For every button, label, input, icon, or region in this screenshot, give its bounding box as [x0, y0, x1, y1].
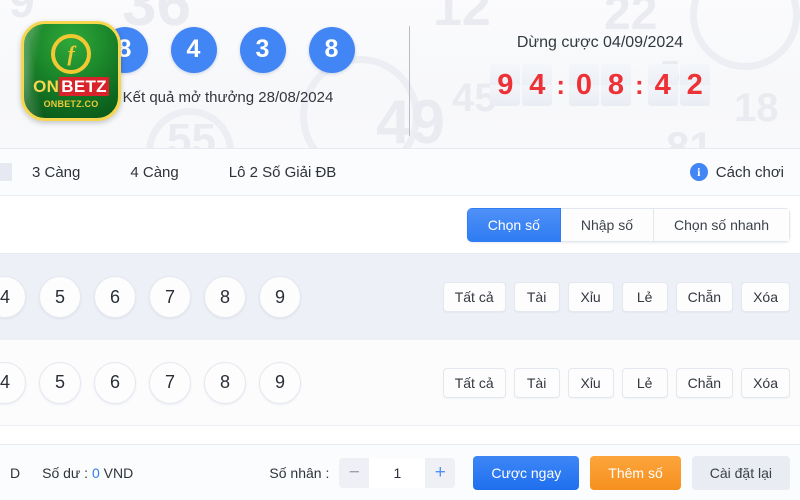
number-circle[interactable]: 8	[204, 276, 246, 318]
countdown-section: Dừng cược 04/09/2024 9 4 : 0 8 : 4 2	[410, 0, 800, 148]
countdown-digit: 8	[601, 64, 631, 106]
row-option-group: Tất cả Tài Xỉu Lẻ Chẵn Xóa	[442, 367, 790, 398]
number-circle[interactable]: 5	[39, 276, 81, 318]
option-le[interactable]: Lẻ	[621, 367, 668, 398]
logo-mark-icon: f	[51, 33, 91, 74]
countdown-timer: 9 4 : 0 8 : 4 2	[489, 64, 710, 106]
minus-icon[interactable]: −	[339, 458, 369, 488]
result-ball: 3	[239, 26, 286, 73]
number-row: 4 5 6 7 8 9 Tất cả Tài Xỉu Lẻ Chẵn Xóa	[0, 254, 800, 340]
multiplier-stepper: − +	[339, 457, 456, 488]
balance-currency: VND	[99, 464, 134, 481]
balance-label: Số dư :	[42, 464, 92, 481]
number-circle[interactable]: 9	[259, 276, 301, 318]
number-circle[interactable]: 6	[94, 361, 136, 404]
number-circle[interactable]: 4	[0, 276, 26, 318]
number-circle[interactable]: 5	[39, 361, 81, 404]
option-xoa[interactable]: Xóa	[741, 282, 790, 312]
number-circle[interactable]: 6	[94, 276, 136, 318]
number-row: 4 5 6 7 8 9 Tất cả Tài Xỉu Lẻ Chẵn Xóa	[0, 340, 800, 426]
countdown-digit: 2	[679, 64, 710, 106]
option-tat-ca[interactable]: Tất cả	[442, 282, 506, 312]
result-banner: 36 12 49 55 22 18 81 5 45 9 8 4 3 8 Kết …	[0, 0, 800, 148]
tab-truncated-left[interactable]	[0, 163, 12, 181]
mode-nhap-so[interactable]: Nhập số	[560, 207, 655, 242]
logo-brand-name: ON BETZ	[33, 76, 109, 96]
balance-display: Số dư : 0 VND	[42, 465, 133, 481]
number-circle[interactable]: 4	[0, 361, 26, 404]
lottery-betting-page: 36 12 49 55 22 18 81 5 45 9 8 4 3 8 Kết …	[0, 0, 800, 500]
option-chan[interactable]: Chẵn	[675, 367, 734, 398]
option-tai[interactable]: Tài	[513, 282, 560, 312]
stop-bet-label: Dừng cược 04/09/2024	[516, 34, 684, 51]
logo-name-part1: ON	[33, 76, 60, 96]
number-circle-group: 4 5 6 7 8 9	[0, 276, 314, 318]
multiplier-label: Số nhân :	[269, 464, 330, 481]
number-circle[interactable]: 9	[259, 361, 301, 404]
option-xoa[interactable]: Xóa	[741, 367, 790, 398]
countdown-digit: 4	[522, 64, 553, 106]
brand-logo: f ON BETZ ONBETZ.CO	[21, 21, 121, 121]
result-date-label: Kết quả mở thưởng 28/08/2024	[122, 88, 334, 106]
balance-value: 0	[91, 464, 100, 481]
bet-now-button[interactable]: Cược ngay	[473, 455, 580, 490]
tab-3-cang[interactable]: 3 Càng	[32, 164, 80, 181]
bet-footer-bar: D Số dư : 0 VND Số nhân : − + Cược ngay …	[0, 444, 800, 500]
option-le[interactable]: Lẻ	[621, 282, 668, 312]
vertical-divider	[409, 26, 410, 136]
number-circle[interactable]: 8	[204, 361, 246, 404]
countdown-separator: :	[556, 69, 565, 100]
info-icon: i	[689, 163, 708, 181]
number-circle[interactable]: 7	[149, 276, 191, 318]
plus-icon[interactable]: +	[425, 458, 455, 488]
mode-chon-so[interactable]: Chọn số	[466, 207, 561, 242]
countdown-digit: 0	[569, 64, 599, 106]
option-xiu[interactable]: Xỉu	[567, 282, 614, 312]
multiplier-input[interactable]	[369, 457, 426, 488]
option-xiu[interactable]: Xỉu	[567, 367, 614, 398]
number-circle[interactable]: 7	[149, 361, 191, 404]
mode-chon-so-nhanh[interactable]: Chọn số nhanh	[654, 207, 790, 242]
option-tai[interactable]: Tài	[513, 367, 560, 398]
reset-button[interactable]: Cài đặt lại	[691, 455, 790, 490]
how-to-play-link[interactable]: i Cách chơi	[689, 163, 784, 181]
mode-segment-control: Chọn số Nhập số Chọn số nhanh	[466, 207, 790, 242]
row-option-group: Tất cả Tài Xỉu Lẻ Chẵn Xóa	[442, 282, 790, 312]
number-circle-group: 4 5 6 7 8 9	[0, 361, 314, 404]
footer-truncated-text: D	[10, 464, 21, 481]
logo-subtitle: ONBETZ.CO	[43, 98, 99, 109]
footer-action-buttons: Cược ngay Thêm số Cài đặt lại	[473, 455, 790, 490]
mode-selector-row: Chọn số Nhập số Chọn số nhanh	[0, 196, 800, 254]
how-to-play-label: Cách chơi	[715, 163, 784, 181]
result-ball: 8	[308, 26, 355, 73]
add-number-button[interactable]: Thêm số	[590, 455, 681, 490]
multiplier-group: Số nhân : − +	[269, 457, 456, 488]
logo-name-part2: BETZ	[59, 76, 109, 96]
tab-4-cang[interactable]: 4 Càng	[130, 164, 178, 181]
countdown-digit: 4	[647, 64, 678, 106]
game-type-tabbar: 3 Càng 4 Càng Lô 2 Số Giải ĐB i Cách chơ…	[0, 148, 800, 196]
option-chan[interactable]: Chẵn	[675, 282, 734, 312]
option-tat-ca[interactable]: Tất cả	[442, 367, 506, 398]
countdown-digit: 9	[490, 64, 521, 106]
result-ball: 4	[170, 26, 217, 73]
countdown-separator: :	[635, 69, 644, 100]
result-balls: 8 4 3 8	[101, 26, 355, 73]
tab-lo-2-so-giai-db[interactable]: Lô 2 Số Giải ĐB	[229, 164, 337, 181]
